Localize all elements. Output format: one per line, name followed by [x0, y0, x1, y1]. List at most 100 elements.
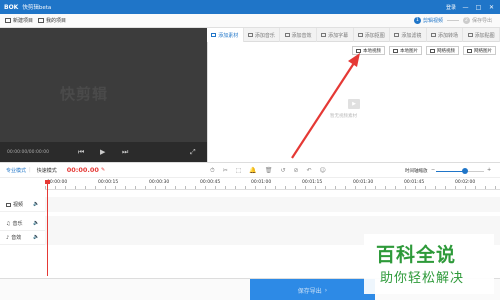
image-icon: [467, 48, 472, 53]
app-title: 快剪辑beta: [22, 5, 52, 11]
video-track: 视频 🔈: [0, 197, 500, 212]
zoom-out-icon[interactable]: −: [431, 167, 435, 173]
previous-icon[interactable]: ⏮: [78, 148, 84, 157]
ruler-tick: [95, 186, 96, 189]
ruler-tick: [55, 186, 56, 189]
image-icon: [393, 48, 398, 53]
tab-label: 添加素材: [218, 32, 239, 39]
ruler-tick: [135, 186, 136, 189]
ruler-tick: [315, 186, 316, 189]
login-link[interactable]: 登录: [446, 4, 456, 11]
top-toolbar: 新建项目 我的项目 1 剪辑视频 2 保存导出: [0, 14, 500, 28]
local-image-button[interactable]: 本地图片: [389, 46, 422, 55]
zoom-slider-knob[interactable]: [461, 168, 468, 174]
step-connector: [446, 20, 459, 21]
ruler-tick: [265, 186, 266, 189]
tab-add-subtitle[interactable]: 添加字幕: [317, 28, 354, 42]
ruler-tick: [125, 186, 126, 189]
crop-icon[interactable]: ⬚: [236, 167, 242, 175]
button-label: 本地图片: [400, 48, 418, 54]
track-label: 音效: [11, 235, 22, 241]
ruler-tick: [105, 186, 106, 189]
ruler-tick: [185, 186, 186, 189]
zoom-in-icon[interactable]: +: [487, 167, 491, 173]
ruler-tick: [455, 186, 456, 189]
ruler-tick: [415, 186, 416, 189]
undo-icon[interactable]: ↶: [307, 167, 312, 175]
ruler-tick-label: 00:00:00: [47, 180, 68, 185]
speaker-icon[interactable]: 🔈: [33, 201, 39, 207]
new-project-icon: [5, 18, 11, 23]
maximize-icon[interactable]: □: [475, 4, 482, 11]
step-export: 2 保存导出: [462, 17, 492, 24]
sticker-icon: [467, 33, 473, 37]
video-track-area[interactable]: [45, 197, 500, 212]
play-icon[interactable]: ▶: [100, 148, 105, 156]
ruler-tick: [405, 186, 406, 189]
playhead[interactable]: [47, 180, 48, 276]
online-video-button[interactable]: 网络视频: [426, 46, 459, 55]
ruler-tick: [375, 186, 376, 189]
close-icon[interactable]: ✕: [488, 4, 495, 11]
tab-add-cutout[interactable]: 添加抠图: [354, 28, 391, 42]
zoom-slider[interactable]: [436, 168, 484, 174]
professional-mode-tab[interactable]: 专业模式: [6, 167, 26, 174]
cut-icon[interactable]: ✂: [223, 167, 228, 175]
bell-icon[interactable]: 🔔: [249, 167, 256, 175]
filter-icon: [394, 33, 400, 37]
speaker-icon[interactable]: 🔈: [33, 234, 39, 240]
cutout-icon: [357, 33, 363, 37]
speed-icon[interactable]: ⏱: [210, 167, 215, 175]
tab-label: 添加音乐: [254, 32, 275, 39]
tab-add-music[interactable]: 添加音乐: [244, 28, 281, 42]
watermark-badge: 百科全说 助你轻松解决: [364, 234, 494, 294]
sound-icon: [284, 33, 290, 37]
ruler-tick: [85, 186, 86, 189]
fast-mode-tab[interactable]: 快速模式: [37, 167, 57, 174]
delete-icon[interactable]: 🗑: [265, 167, 273, 175]
next-icon[interactable]: ⏭: [122, 148, 128, 157]
ruler-tick: [345, 186, 346, 189]
online-image-button[interactable]: 网络图片: [463, 46, 496, 55]
tab-add-sticker[interactable]: 添加贴图: [463, 28, 500, 42]
fullscreen-icon[interactable]: ⤢: [190, 148, 196, 157]
ruler-tick: [385, 186, 386, 189]
music-track: ♫ 音乐 🔈: [0, 216, 500, 231]
tab-add-material[interactable]: 添加素材: [207, 28, 244, 42]
tab-label: 添加滤镜: [401, 32, 422, 39]
ruler-tick: [195, 186, 196, 189]
emoji-icon[interactable]: ☺: [320, 167, 326, 175]
tab-label: 添加抠图: [364, 32, 385, 39]
ruler-tick: [145, 186, 146, 189]
tab-add-transition[interactable]: 添加转场: [427, 28, 464, 42]
current-timecode: 00:00.00: [66, 166, 99, 174]
folder-icon: [38, 18, 45, 23]
ruler-tick-label: 00:00:45: [200, 180, 221, 185]
speaker-icon[interactable]: 🔈: [33, 220, 39, 226]
tab-add-sound[interactable]: 添加音效: [280, 28, 317, 42]
my-projects-button[interactable]: 我的项目: [38, 17, 66, 24]
timeline-ruler[interactable]: 00:00:00 00:00:15 00:00:30 00:00:45 00:01:00…: [45, 178, 500, 190]
save-export-button[interactable]: 保存导出 ›: [250, 279, 375, 300]
music-track-area[interactable]: [45, 216, 500, 231]
button-label: 网络视频: [437, 48, 455, 54]
timeline-toolbar: 专业模式 | 快速模式 00:00.00 ✎ ⏱ ✂ ⬚ 🔔 🗑 ↺ ⊘ ↶ ☺…: [0, 162, 500, 178]
ruler-tick: [445, 186, 446, 189]
ruler-tick: [305, 186, 306, 189]
tab-add-filter[interactable]: 添加滤镜: [390, 28, 427, 42]
minimize-icon[interactable]: —: [462, 4, 469, 11]
video-icon: [6, 202, 11, 207]
ruler-tick: [215, 186, 216, 189]
ruler-tick-label: 00:01:00: [251, 180, 272, 185]
ruler-tick: [495, 186, 496, 189]
disable-icon[interactable]: ⊘: [294, 167, 299, 175]
local-video-button[interactable]: 本地视频: [352, 46, 385, 55]
edit-icon[interactable]: ✎: [101, 167, 105, 173]
ruler-tick: [325, 186, 326, 189]
new-project-label: 新建项目: [13, 18, 34, 24]
new-project-button[interactable]: 新建项目: [5, 17, 33, 24]
ruler-tick-label: 00:00:30: [149, 180, 170, 185]
step-label: 保存导出: [471, 18, 492, 24]
rotate-icon[interactable]: ↺: [281, 167, 286, 175]
ruler-tick: [295, 186, 296, 189]
